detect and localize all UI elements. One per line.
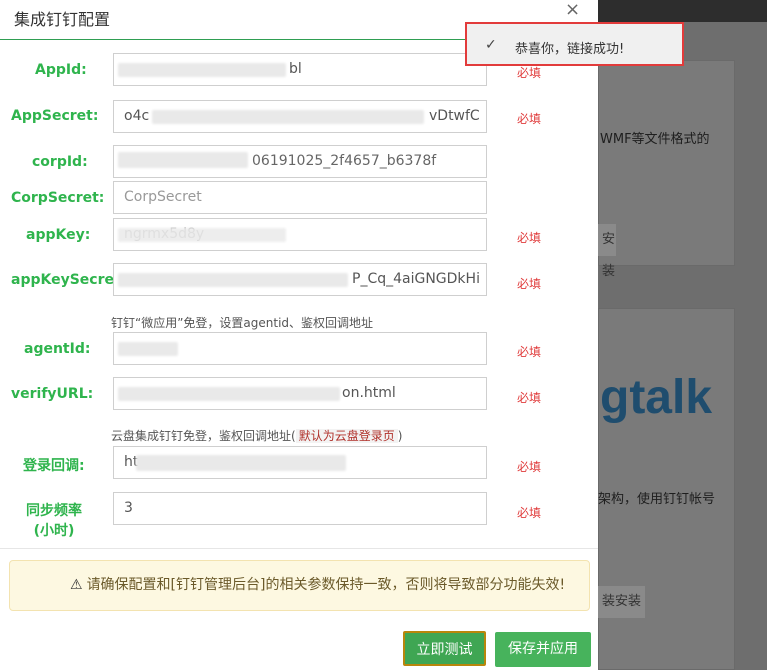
redacted-value [136, 455, 346, 471]
required-marker: 必填 [517, 460, 542, 474]
required-marker: 必填 [517, 112, 542, 126]
redacted-value [152, 110, 424, 124]
appid-value-tail: bl [289, 61, 302, 77]
toast-message: 恭喜你，链接成功! [515, 42, 625, 57]
sync-rate-input[interactable]: 3 [113, 492, 487, 525]
appkeysecret-value-tail: P_Cq_4aiGNGDkHi [352, 271, 480, 287]
login-callback-input[interactable]: ht [113, 446, 487, 479]
background-topbar [598, 0, 767, 22]
redacted-value [118, 273, 348, 287]
agentid-input[interactable] [113, 332, 487, 365]
corpsecret-input[interactable]: CorpSecret [113, 181, 487, 214]
appsecret-value-head: o4c [124, 108, 150, 124]
appkeysecret-label: appKeySecret: [11, 272, 127, 288]
corpsecret-label: CorpSecret: [11, 190, 105, 206]
redacted-value [118, 152, 248, 168]
required-marker: 必填 [517, 66, 542, 80]
sync-rate-label-line2: (小时) [33, 523, 75, 539]
agentid-label: agentId: [24, 341, 91, 357]
corpid-input[interactable]: 06191025_2f4657_b6378f [113, 145, 487, 178]
appid-label: AppId: [35, 62, 87, 78]
appsecret-input[interactable]: o4c vDtwfC [113, 100, 487, 133]
corpid-label: corpId: [32, 154, 88, 170]
check-icon: ✓ [485, 37, 497, 53]
save-and-apply-button[interactable]: 保存并应用 [495, 632, 591, 667]
dingtalk-config-dialog: 集成钉钉配置 × AppId: bl 必填 AppSecret: o4c vDt… [0, 0, 598, 670]
test-now-button[interactable]: 立即测试 [403, 631, 486, 666]
corpid-value-tail: 06191025_2f4657_b6378f [252, 153, 437, 169]
sync-rate-label-line1: 同步频率 [26, 503, 82, 519]
required-marker: 必填 [517, 345, 542, 359]
sync-rate-label: 同步频率 (小时) [26, 501, 82, 541]
background-text: WMF等文件格式的 [600, 132, 710, 147]
appkey-label: appKey: [26, 227, 91, 243]
appsecret-label: AppSecret: [11, 108, 99, 124]
required-marker: 必填 [517, 391, 542, 405]
appkey-input[interactable]: ngrmx5d8y [113, 218, 487, 251]
redacted-value [118, 387, 340, 401]
appid-input[interactable]: bl [113, 53, 487, 86]
appsecret-value-tail: vDtwfC [429, 108, 480, 124]
close-icon[interactable]: × [565, 0, 580, 20]
redacted-value [118, 228, 286, 242]
dialog-title: 集成钉钉配置 [14, 10, 111, 29]
verifyurl-label: verifyURL: [11, 386, 94, 402]
background-card [598, 60, 735, 266]
required-marker: 必填 [517, 231, 542, 245]
success-toast: ✓ 恭喜你，链接成功! [465, 22, 684, 66]
hint-suffix: ) [397, 429, 403, 443]
verifyurl-input[interactable]: on.html [113, 377, 487, 410]
warning-alert: ⚠ 请确保配置和[钉钉管理后台]的相关参数保持一致，否则将导致部分功能失效! [9, 560, 590, 611]
login-callback-label: 登录回调: [23, 458, 85, 474]
divider [0, 548, 598, 549]
redacted-value [118, 342, 178, 356]
verifyurl-value-tail: on.html [342, 385, 396, 401]
background-text: 架构，使用钉钉帐号 [598, 492, 716, 507]
default-login-page-link[interactable]: 默认为云盘登录页 [295, 429, 398, 443]
login-callback-hint: 云盘集成钉钉免登，鉴权回调地址(默认为云盘登录页) [111, 427, 402, 444]
warning-text: 请确保配置和[钉钉管理后台]的相关参数保持一致，否则将导致部分功能失效! [86, 577, 566, 593]
background-button: 安装 [598, 224, 616, 279]
warning-icon: ⚠ [70, 577, 83, 593]
hint-prefix: 云盘集成钉钉免登，鉴权回调地址( [111, 429, 296, 443]
required-marker: 必填 [517, 506, 542, 520]
appkeysecret-input[interactable]: P_Cq_4aiGNGDkHi [113, 263, 487, 296]
agentid-hint: 钉钉“微应用”免登，设置agentid、鉴权回调地址 [111, 316, 374, 330]
background-button: 装安装 [598, 586, 645, 618]
background-logo: gtalk [600, 371, 713, 424]
required-marker: 必填 [517, 277, 542, 291]
redacted-value [118, 63, 286, 77]
